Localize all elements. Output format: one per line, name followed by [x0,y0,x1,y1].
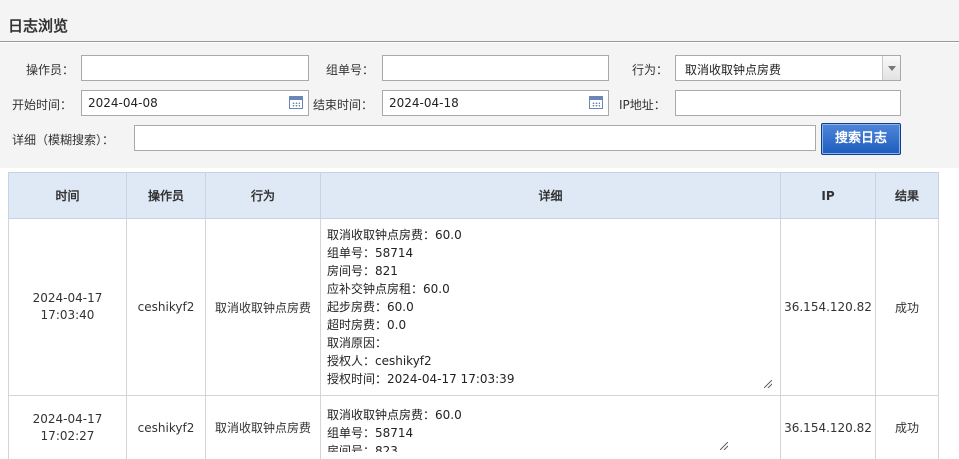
detail-textarea[interactable]: 取消收取钟点房费：60.0 组单号：58714 房间号：821 应补交钟点房租：… [327,226,776,390]
detail-textarea[interactable]: 取消收取钟点房费：60.0 组单号：58714 房间号：823 [327,406,730,452]
time-text: 17:03:40 [40,308,95,322]
end-time-input[interactable]: 2024-04-18 [382,90,609,116]
page-title: 日志浏览 [8,17,69,35]
detail-cell: 取消收取钟点房费：60.0 组单号：58714 房间号：823 [320,395,781,459]
result-cell: 成功 [875,218,939,396]
column-header-operator: 操作员 [126,172,206,219]
detail-search-input[interactable] [134,125,816,151]
resize-grip-icon[interactable] [764,380,772,388]
ip-cell: 36.154.120.82 [780,218,876,396]
table-row: 2024-04-17 17:03:40 ceshikyf2 取消收取钟点房费 取… [8,218,939,396]
date-text: 2024-04-17 [32,291,103,305]
column-header-result: 结果 [875,172,939,219]
ip-label: IP地址： [619,98,666,112]
time-cell: 2024-04-17 17:03:40 [8,218,127,396]
operator-cell: ceshikyf2 [126,395,206,459]
ip-cell: 36.154.120.82 [780,395,876,459]
detail-cell: 取消收取钟点房费：60.0 组单号：58714 房间号：821 应补交钟点房租：… [320,218,781,396]
search-log-button[interactable]: 搜索日志 [821,123,901,155]
chevron-down-icon[interactable] [882,56,900,80]
time-text: 17:02:27 [40,428,95,443]
detail-search-label: 详细（模糊搜索）： [12,133,115,147]
column-header-action: 行为 [205,172,321,219]
table-header-row: 时间 操作员 行为 详细 IP 结果 [8,172,939,219]
result-cell: 成功 [875,395,939,459]
action-cell: 取消收取钟点房费 [205,395,321,459]
time-cell: 2024-04-17 17:02:27 [8,395,127,459]
calendar-icon[interactable] [589,96,603,109]
resize-grip-icon[interactable] [720,441,728,450]
end-time-value: 2024-04-18 [389,96,459,110]
date-text: 2024-04-17 [32,411,103,426]
start-time-label: 开始时间： [12,98,73,112]
action-label: 行为： [632,63,669,77]
order-number-input[interactable] [382,55,609,81]
column-header-time: 时间 [8,172,127,219]
end-time-label: 结束时间： [313,98,374,112]
table-row: 2024-04-17 17:02:27 ceshikyf2 取消收取钟点房费 取… [8,395,939,459]
start-time-input[interactable]: 2024-04-08 [81,90,309,116]
ip-input[interactable] [675,90,901,116]
action-select[interactable]: 取消收取钟点房费 [675,55,901,81]
action-select-value: 取消收取钟点房费 [685,63,782,77]
page-header: 日志浏览 [0,0,959,42]
calendar-icon[interactable] [289,96,303,109]
operator-cell: ceshikyf2 [126,218,206,396]
order-number-label: 组单号： [326,63,375,77]
action-cell: 取消收取钟点房费 [205,218,321,396]
filter-panel: 操作员： 组单号： 行为： 取消收取钟点房费 开始时间： 2024-04-08 … [0,43,959,168]
column-header-ip: IP [780,172,876,219]
start-time-value: 2024-04-08 [88,96,158,110]
operator-label: 操作员： [26,63,75,77]
column-header-detail: 详细 [320,172,781,219]
log-table: 时间 操作员 行为 详细 IP 结果 2024-04-17 17:03:40 c… [8,172,939,459]
operator-input[interactable] [81,55,309,81]
